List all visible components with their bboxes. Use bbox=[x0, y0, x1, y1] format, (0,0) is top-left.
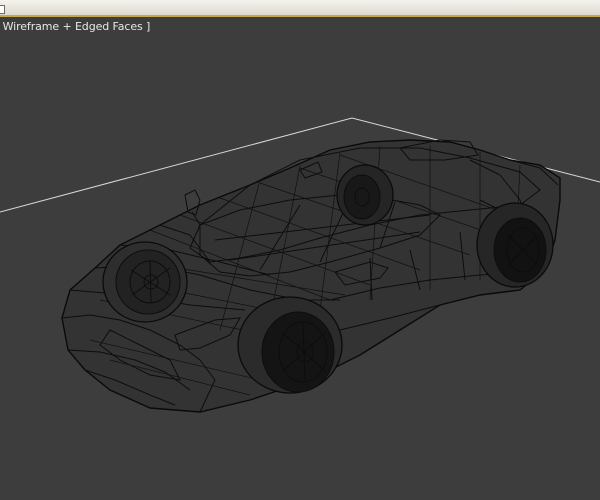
wheel-rear-left-tire bbox=[343, 174, 381, 220]
wheel-rear-left bbox=[336, 164, 394, 226]
wheel-rear-right bbox=[476, 202, 554, 288]
wheel-front-right-tire bbox=[261, 311, 335, 393]
viewport-window[interactable]: [ Wireframe + Edged Faces ] bbox=[0, 0, 600, 500]
wheel-front-left bbox=[102, 241, 188, 323]
car-wireframe bbox=[61, 139, 561, 413]
wheel-rear-right-tire bbox=[493, 217, 547, 283]
wheel-front-right bbox=[237, 296, 343, 394]
viewport-canvas[interactable] bbox=[0, 0, 600, 500]
